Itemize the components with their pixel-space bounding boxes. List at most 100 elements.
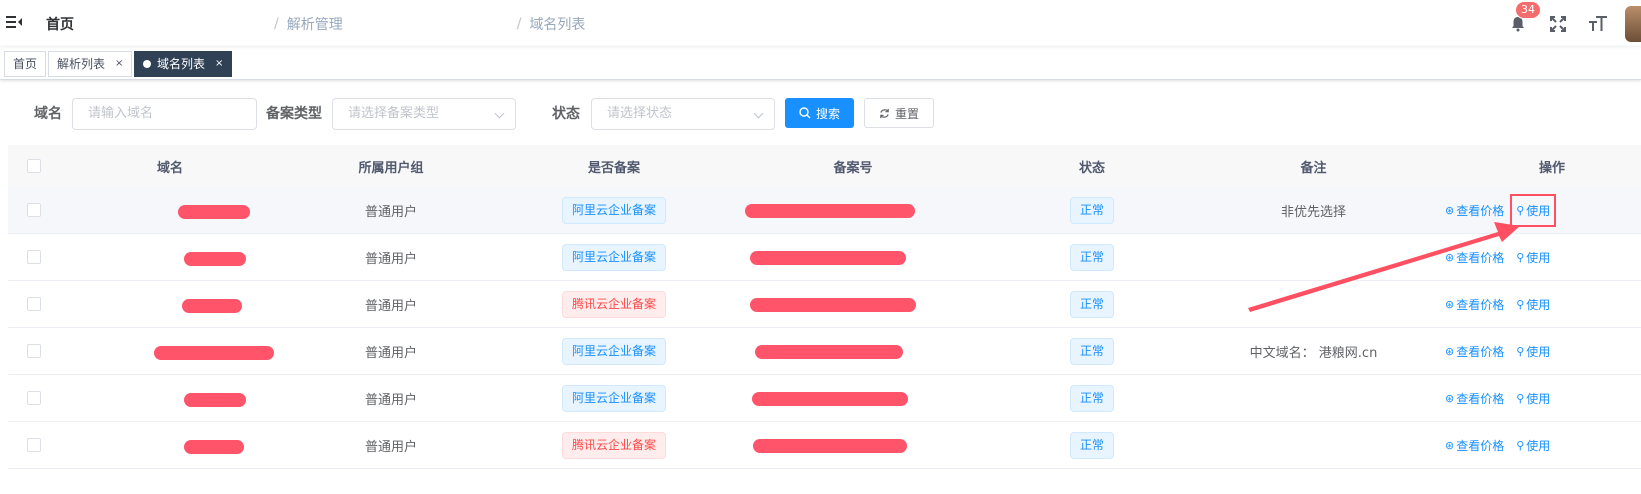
view-price-link[interactable]: ⊛ 查看价格 [1445,437,1504,454]
column-header: 域名 [156,160,183,176]
status-tag: 正常 [1069,243,1114,271]
view-price-label: 查看价格 [1456,297,1505,312]
column-header: 状态 [1078,160,1105,176]
view-price-link[interactable]: ⊛ 查看价格 [1445,249,1504,266]
actions-cell: ⊛ 查看价格 ⚲ 使用 [1423,234,1641,280]
notification-badge: 34 [1515,1,1541,19]
use-link[interactable]: ⚲ 使用 [1516,249,1550,266]
redaction-mark [750,251,906,265]
row-checkbox[interactable] [27,344,41,358]
remark-cell [1204,281,1423,327]
remark-cell [1204,422,1423,468]
key-icon: ⚲ [1516,297,1525,311]
filing-number-cell [726,187,980,233]
refresh-icon [880,108,889,118]
column-header: 操作 [1538,160,1565,176]
use-link[interactable]: ⚲ 使用 [1516,343,1550,360]
filing-tag: 阿里云企业备案 [561,337,666,365]
breadcrumb-home[interactable]: 首页 [46,14,266,34]
column-header: 备注 [1300,160,1327,176]
domain-cell [60,234,280,280]
actions-cell: ⊛ 查看价格 ⚲ 使用 [1423,422,1641,468]
filing-number-cell [726,328,980,374]
view-price-link[interactable]: ⊛ 查看价格 [1445,343,1504,360]
close-icon[interactable]: × [215,52,223,76]
font-size-button[interactable] [1585,11,1611,37]
use-link[interactable]: ⚲ 使用 [1516,296,1550,313]
row-checkbox[interactable] [27,297,41,311]
use-label: 使用 [1526,344,1551,359]
use-link[interactable]: ⚲ 使用 [1510,193,1557,227]
table-row: 普通用户 腾讯云企业备案 正常 ⊛ 查看价格 ⚲ 使用 [8,281,1641,328]
use-label: 使用 [1526,203,1551,218]
tab-label: 首页 [13,57,38,71]
price-icon: ⊛ [1445,344,1455,358]
fullscreen-button[interactable] [1545,11,1571,37]
row-checkbox[interactable] [27,250,41,264]
column-header: 所属用户组 [358,160,424,176]
redaction-mark [154,346,274,360]
breadcrumb-separator: / [274,16,279,32]
domain-cell [60,375,280,421]
actions-cell: ⊛ 查看价格 ⚲ 使用 [1423,328,1641,374]
status-label: 状态 [552,106,580,122]
filing-number-cell [726,281,980,327]
key-icon: ⚲ [1516,391,1525,405]
view-price-label: 查看价格 [1456,203,1505,218]
table-row: 普通用户 阿里云企业备案 正常 ⊛ 查看价格 ⚲ 使用 [8,375,1641,422]
redaction-mark [745,204,915,218]
redaction-mark [184,440,244,454]
close-icon[interactable]: × [115,52,123,76]
status-cell: 正常 [980,187,1204,233]
key-icon: ⚲ [1516,250,1525,264]
tab-domain-list[interactable]: 域名列表 × [134,51,233,77]
row-checkbox[interactable] [27,438,41,452]
price-icon: ⊛ [1445,391,1455,405]
redaction-mark [755,345,903,359]
use-label: 使用 [1526,250,1551,265]
domain-input[interactable]: 请输入域名 [72,98,257,130]
filing-tag: 腾讯云企业备案 [561,290,666,318]
breadcrumb-dns-management: 解析管理 [286,17,343,33]
row-checkbox[interactable] [27,391,41,405]
view-price-link[interactable]: ⊛ 查看价格 [1445,202,1504,219]
fullscreen-icon [1550,16,1566,32]
table-row: 普通用户 腾讯云企业备案 正常 ⊛ 查看价格 ⚲ 使用 [8,422,1641,469]
notification-button[interactable]: 34 [1505,1,1541,37]
tab-dns-list[interactable]: 解析列表 × [48,51,133,77]
use-link[interactable]: ⚲ 使用 [1516,390,1550,407]
redaction-mark [184,252,246,266]
actions-cell: ⊛ 查看价格 ⚲ 使用 [1423,281,1641,327]
search-form: 域名 请输入域名 备案类型 请选择备案类型 状态 请选择状态 搜索 重置 [0,98,1641,130]
use-link[interactable]: ⚲ 使用 [1516,437,1550,454]
search-button-label: 搜索 [815,106,840,121]
reset-button[interactable]: 重置 [864,98,934,128]
view-price-link[interactable]: ⊛ 查看价格 [1445,296,1504,313]
filing-cell: 腾讯云企业备案 [502,281,726,327]
search-button[interactable]: 搜索 [785,98,854,128]
user-group-cell: 普通用户 [364,439,417,455]
status-select[interactable]: 请选择状态 [591,98,775,130]
chevron-down-icon [753,108,764,119]
view-price-link[interactable]: ⊛ 查看价格 [1445,390,1504,407]
use-label: 使用 [1526,297,1551,312]
row-checkbox[interactable] [27,203,41,217]
price-icon: ⊛ [1445,438,1455,452]
table-body: 普通用户 阿里云企业备案 正常 非优先选择 ⊛ 查看价格 ⚲ 使用 普通用户 阿… [8,187,1641,469]
view-price-label: 查看价格 [1456,391,1505,406]
remark-cell: 中文域名： 港粮网.cn [1249,345,1378,361]
select-all-checkbox[interactable] [27,159,41,173]
chevron-down-icon [494,108,505,119]
avatar[interactable] [1625,6,1641,42]
status-cell: 正常 [980,234,1204,280]
user-group-cell: 普通用户 [364,251,417,267]
filing-cell: 阿里云企业备案 [502,375,726,421]
filing-cell: 阿里云企业备案 [502,187,726,233]
filing-type-select[interactable]: 请选择备案类型 [332,98,516,130]
user-group-cell: 普通用户 [364,298,417,314]
domain-cell [60,187,280,233]
tab-home[interactable]: 首页 [4,51,47,77]
domain-label: 域名 [34,106,62,122]
table-row: 普通用户 阿里云企业备案 正常 ⊛ 查看价格 ⚲ 使用 [8,234,1641,281]
hamburger-icon[interactable] [6,14,22,30]
